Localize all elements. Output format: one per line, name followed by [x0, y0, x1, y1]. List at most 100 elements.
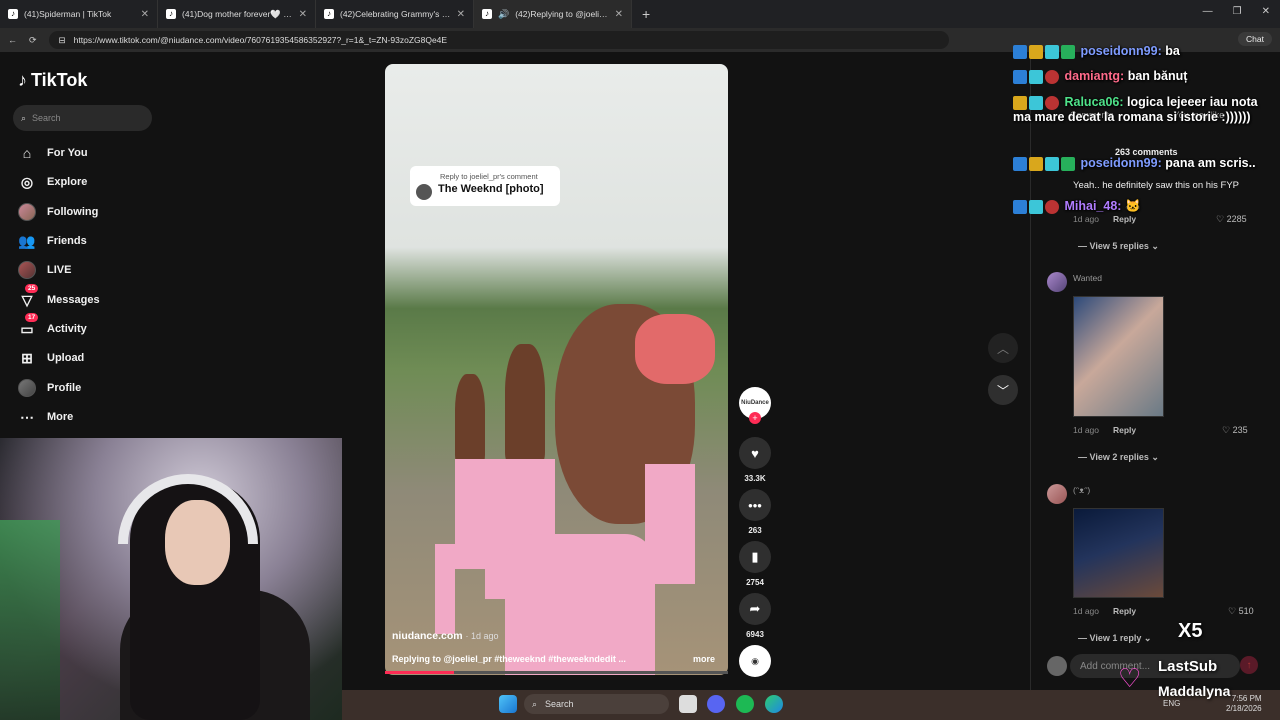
- close-window-icon[interactable]: ✕: [1262, 6, 1270, 17]
- tiktok-logo[interactable]: ♪ TikTok: [18, 70, 87, 91]
- save-button[interactable]: ▮: [739, 541, 771, 573]
- chevron-down-icon: ⌄: [1143, 633, 1152, 643]
- nav-messages[interactable]: ▽ 25 Messages: [17, 284, 100, 311]
- chat-username: Raluca06:: [1064, 95, 1124, 109]
- spotify-icon[interactable]: [736, 695, 754, 713]
- nav-more[interactable]: ⋯ More: [17, 406, 73, 428]
- language-indicator[interactable]: ENG: [1163, 699, 1180, 708]
- home-icon: ⌂: [22, 145, 32, 161]
- url-field[interactable]: ⊟ https://www.tiktok.com/@niudance.com/v…: [48, 31, 949, 49]
- send-comment-button[interactable]: ↑: [1240, 656, 1258, 674]
- view-replies-button[interactable]: — View 1 reply ⌄: [1078, 633, 1151, 644]
- comment-age: 1d ago: [1073, 425, 1099, 435]
- video-player[interactable]: [385, 64, 728, 675]
- nav-friends[interactable]: 👥 Friends: [17, 230, 86, 252]
- new-tab-icon[interactable]: +: [632, 6, 660, 22]
- messages-badge: 25: [25, 284, 39, 293]
- edge-icon[interactable]: [765, 695, 783, 713]
- activity-icon: ▭ 17: [17, 313, 39, 339]
- comment-meta: 1d ago Reply: [1073, 214, 1136, 224]
- comment-likes[interactable]: ♡ 510: [1228, 606, 1254, 617]
- nav-label: Following: [47, 206, 99, 218]
- commenter-name[interactable]: Wanted: [1073, 273, 1102, 283]
- taskbar-search-label: Search: [545, 699, 574, 709]
- commenter-avatar[interactable]: [1047, 484, 1067, 504]
- taskbar-clock[interactable]: 7:56 PM 2/18/2026: [1226, 694, 1262, 714]
- cat-emote-icon: 🐱: [1124, 199, 1141, 213]
- close-tab-icon[interactable]: ✕: [615, 9, 623, 20]
- dancer-figure: [505, 344, 545, 464]
- reply-button[interactable]: Reply: [1113, 606, 1136, 616]
- close-tab-icon[interactable]: ✕: [457, 9, 465, 20]
- comment-button[interactable]: •••: [739, 489, 771, 521]
- close-tab-icon[interactable]: ✕: [299, 9, 307, 20]
- url-text: https://www.tiktok.com/@niudance.com/vid…: [73, 35, 448, 45]
- nav-label: Profile: [47, 382, 82, 394]
- discord-icon[interactable]: [707, 695, 725, 713]
- comment-likes[interactable]: ♡ 2285: [1216, 214, 1247, 225]
- previous-video-button[interactable]: ︿: [988, 333, 1018, 363]
- reply-button[interactable]: Reply: [1113, 214, 1136, 224]
- sub-badge-icon: [1045, 156, 1059, 171]
- bookmark-icon: ▮: [751, 549, 759, 564]
- nav-upload[interactable]: ⊞ Upload: [17, 347, 84, 369]
- browser-tab-active[interactable]: ♪ 🔊 (42)Replying to @joeliel_pr #... ✕: [474, 0, 632, 28]
- commenter-name[interactable]: (ᵔᴥᵔ): [1073, 485, 1090, 495]
- nav-label: Messages: [47, 294, 100, 306]
- view-replies-button[interactable]: — View 5 replies ⌄: [1078, 241, 1159, 252]
- logo-text: TikTok: [31, 70, 88, 90]
- nav-profile[interactable]: Profile: [17, 377, 81, 399]
- compass-icon: ◎: [20, 173, 34, 190]
- back-icon[interactable]: ←: [8, 35, 17, 45]
- nav-explore[interactable]: ◎ Explore: [17, 171, 87, 193]
- comment-likes[interactable]: ♡ 235: [1222, 425, 1248, 436]
- heart-outline-icon: ♡: [1216, 214, 1225, 224]
- like-count: 2285: [1226, 214, 1247, 224]
- caption-more-button[interactable]: more: [693, 654, 715, 664]
- chat-username: poseidonn99:: [1080, 44, 1162, 58]
- nav-live[interactable]: LIVE: [17, 259, 71, 281]
- browser-tab[interactable]: ♪ (41)Spiderman | TikTok ✕: [0, 0, 158, 28]
- windows-start-icon[interactable]: [499, 695, 517, 713]
- minimize-icon[interactable]: —: [1203, 6, 1213, 17]
- maximize-icon[interactable]: ❐: [1233, 6, 1242, 17]
- reload-icon[interactable]: ⟳: [29, 35, 37, 46]
- webcam-green-light: [0, 520, 60, 720]
- nav-label: For You: [47, 147, 88, 159]
- sub-badge-icon: [1045, 44, 1059, 59]
- reply-sticker-text: The Weeknd [photo]: [438, 183, 544, 195]
- share-button[interactable]: ➦: [739, 593, 771, 625]
- commenter-avatar[interactable]: [1047, 272, 1067, 292]
- dancer-figure: [435, 544, 455, 634]
- like-button[interactable]: ♥: [739, 437, 771, 469]
- video-age: · 1d ago: [465, 631, 499, 641]
- author-name[interactable]: niudance.com: [392, 630, 463, 642]
- next-video-button[interactable]: ﹀: [988, 375, 1018, 405]
- site-info-icon[interactable]: ⊟: [59, 35, 66, 46]
- video-caption[interactable]: Replying to @joeliel_pr #theweeknd #thew…: [392, 654, 652, 664]
- close-tab-icon[interactable]: ✕: [141, 9, 149, 20]
- comment-photo[interactable]: [1073, 296, 1164, 417]
- speaker-icon[interactable]: 🔊: [498, 9, 509, 20]
- browser-tab[interactable]: ♪ (41)Dog mother forever🤍 🤍 🤍 ... ✕: [158, 0, 316, 28]
- video-author[interactable]: niudance.com · 1d ago: [392, 630, 499, 642]
- chat-message: pana am scris..: [1165, 156, 1256, 170]
- browser-tab[interactable]: ♪ (42)Celebrating Grammy's Best Du... ✕: [316, 0, 474, 28]
- heart-icon: ♥: [751, 445, 759, 461]
- follow-plus-icon[interactable]: +: [749, 412, 761, 424]
- taskbar-search[interactable]: ⌕ Search: [524, 694, 669, 714]
- friends-icon: 👥: [18, 232, 36, 249]
- comment-photo[interactable]: [1073, 508, 1164, 598]
- reply-sticker[interactable]: Reply to joeliel_pr's comment The Weeknd…: [410, 166, 560, 206]
- following-avatar-icon: [17, 202, 37, 222]
- nav-following[interactable]: Following: [17, 201, 98, 223]
- view-replies-button[interactable]: — View 2 replies ⌄: [1078, 452, 1159, 463]
- search-input[interactable]: ⌕ Search: [13, 105, 152, 131]
- nav-activity[interactable]: ▭ 17 Activity: [17, 313, 87, 340]
- task-view-icon[interactable]: [679, 695, 697, 713]
- crown-badge-icon: [1013, 95, 1027, 110]
- painted-hand: [635, 314, 715, 384]
- sound-disc[interactable]: ◉: [739, 645, 771, 677]
- nav-for-you[interactable]: ⌂ For You: [17, 142, 88, 164]
- reply-button[interactable]: Reply: [1113, 425, 1136, 435]
